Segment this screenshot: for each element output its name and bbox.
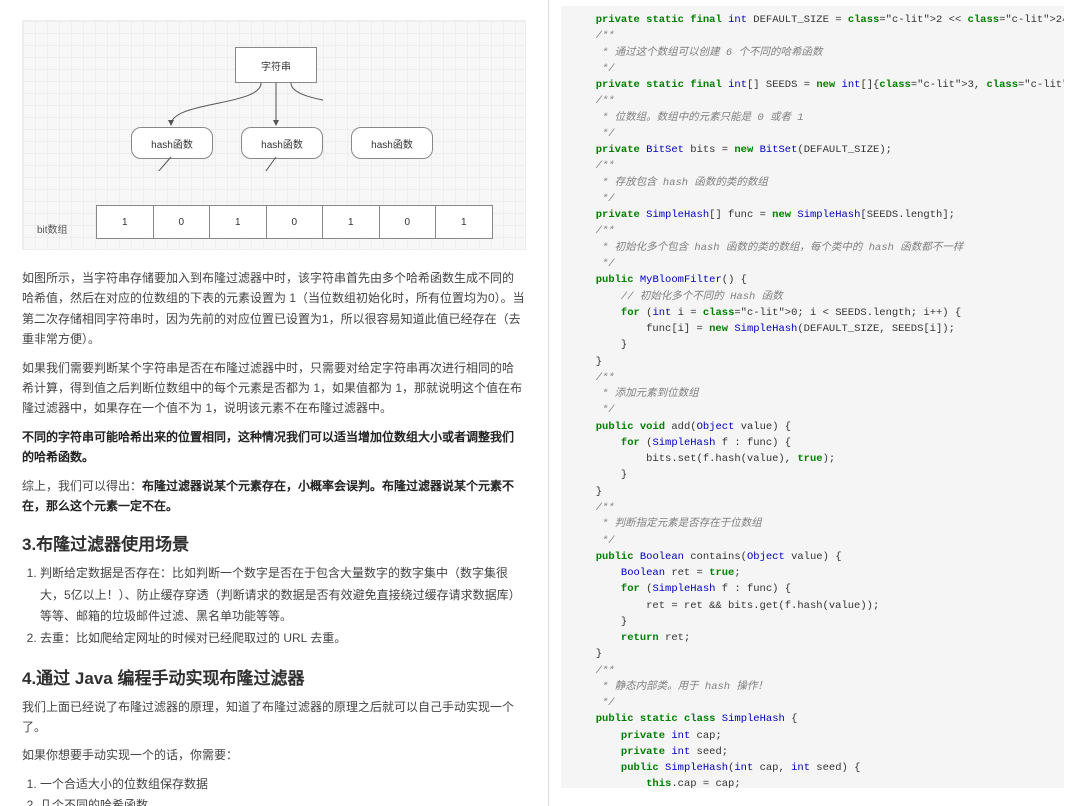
bit-cell: 0 [379, 205, 437, 239]
bit-cell: 0 [266, 205, 324, 239]
paragraph-3: 不同的字符串可能哈希出来的位置相同，这种情况我们可以适当增加位数组大小或者调整我… [22, 427, 526, 468]
diagram-hash-box-2: hash函数 [241, 127, 323, 159]
bit-cell: 1 [96, 205, 154, 239]
paragraph-4: 综上，我们可以得出：布隆过滤器说某个元素存在，小概率会误判。布隆过滤器说某个元素… [22, 476, 526, 517]
list-item: 一个合适大小的位数组保存数据 [40, 774, 526, 796]
bloom-diagram: 字符串 hash函数 hash函数 hash函数 bit数组 1 0 1 0 1… [22, 20, 526, 250]
diagram-bit-row: 1 0 1 0 1 0 1 [97, 205, 493, 239]
left-column: 字符串 hash函数 hash函数 hash函数 bit数组 1 0 1 0 1… [0, 0, 549, 806]
diagram-side-label: bit数组 [37, 221, 68, 236]
paragraph-5: 我们上面已经说了布隆过滤器的原理，知道了布隆过滤器的原理之后就可以自己手动实现一… [22, 697, 526, 738]
diagram-root-box: 字符串 [235, 47, 317, 83]
bit-cell: 1 [435, 205, 493, 239]
list-item: 去重：比如爬给定网址的时候对已经爬取过的 URL 去重。 [40, 628, 526, 650]
diagram-hash-box-1: hash函数 [131, 127, 213, 159]
list-item: 判断给定数据是否存在：比如判断一个数字是否在于包含大量数字的数字集中（数字集很大… [40, 563, 526, 628]
bit-cell: 0 [153, 205, 211, 239]
bit-cell: 1 [209, 205, 267, 239]
bit-cell: 1 [322, 205, 380, 239]
section-4-heading: 4.通过 Java 编程手动实现布隆过滤器 [22, 664, 526, 689]
right-code-block: private static final int DEFAULT_SIZE = … [561, 6, 1065, 788]
section-4-list: 一个合适大小的位数组保存数据 几个不同的哈希函数 添加元素到位数组（布隆过滤器）… [22, 774, 526, 806]
diagram-hash-box-3: hash函数 [351, 127, 433, 159]
paragraph-2: 如果我们需要判断某个字符串是否在布隆过滤器中时，只需要对给定字符串再次进行相同的… [22, 358, 526, 419]
section-3-heading: 3.布隆过滤器使用场景 [22, 530, 526, 555]
list-item: 几个不同的哈希函数 [40, 795, 526, 806]
page-root: 字符串 hash函数 hash函数 hash函数 bit数组 1 0 1 0 1… [0, 0, 1078, 806]
paragraph-6: 如果你想要手动实现一个的话，你需要： [22, 745, 526, 765]
section-3-list: 判断给定数据是否存在：比如判断一个数字是否在于包含大量数字的数字集中（数字集很大… [22, 563, 526, 649]
paragraph-1: 如图所示，当字符串存储要加入到布隆过滤器中时，该字符串首先由多个哈希函数生成不同… [22, 268, 526, 350]
right-column: private static final int DEFAULT_SIZE = … [549, 0, 1078, 806]
